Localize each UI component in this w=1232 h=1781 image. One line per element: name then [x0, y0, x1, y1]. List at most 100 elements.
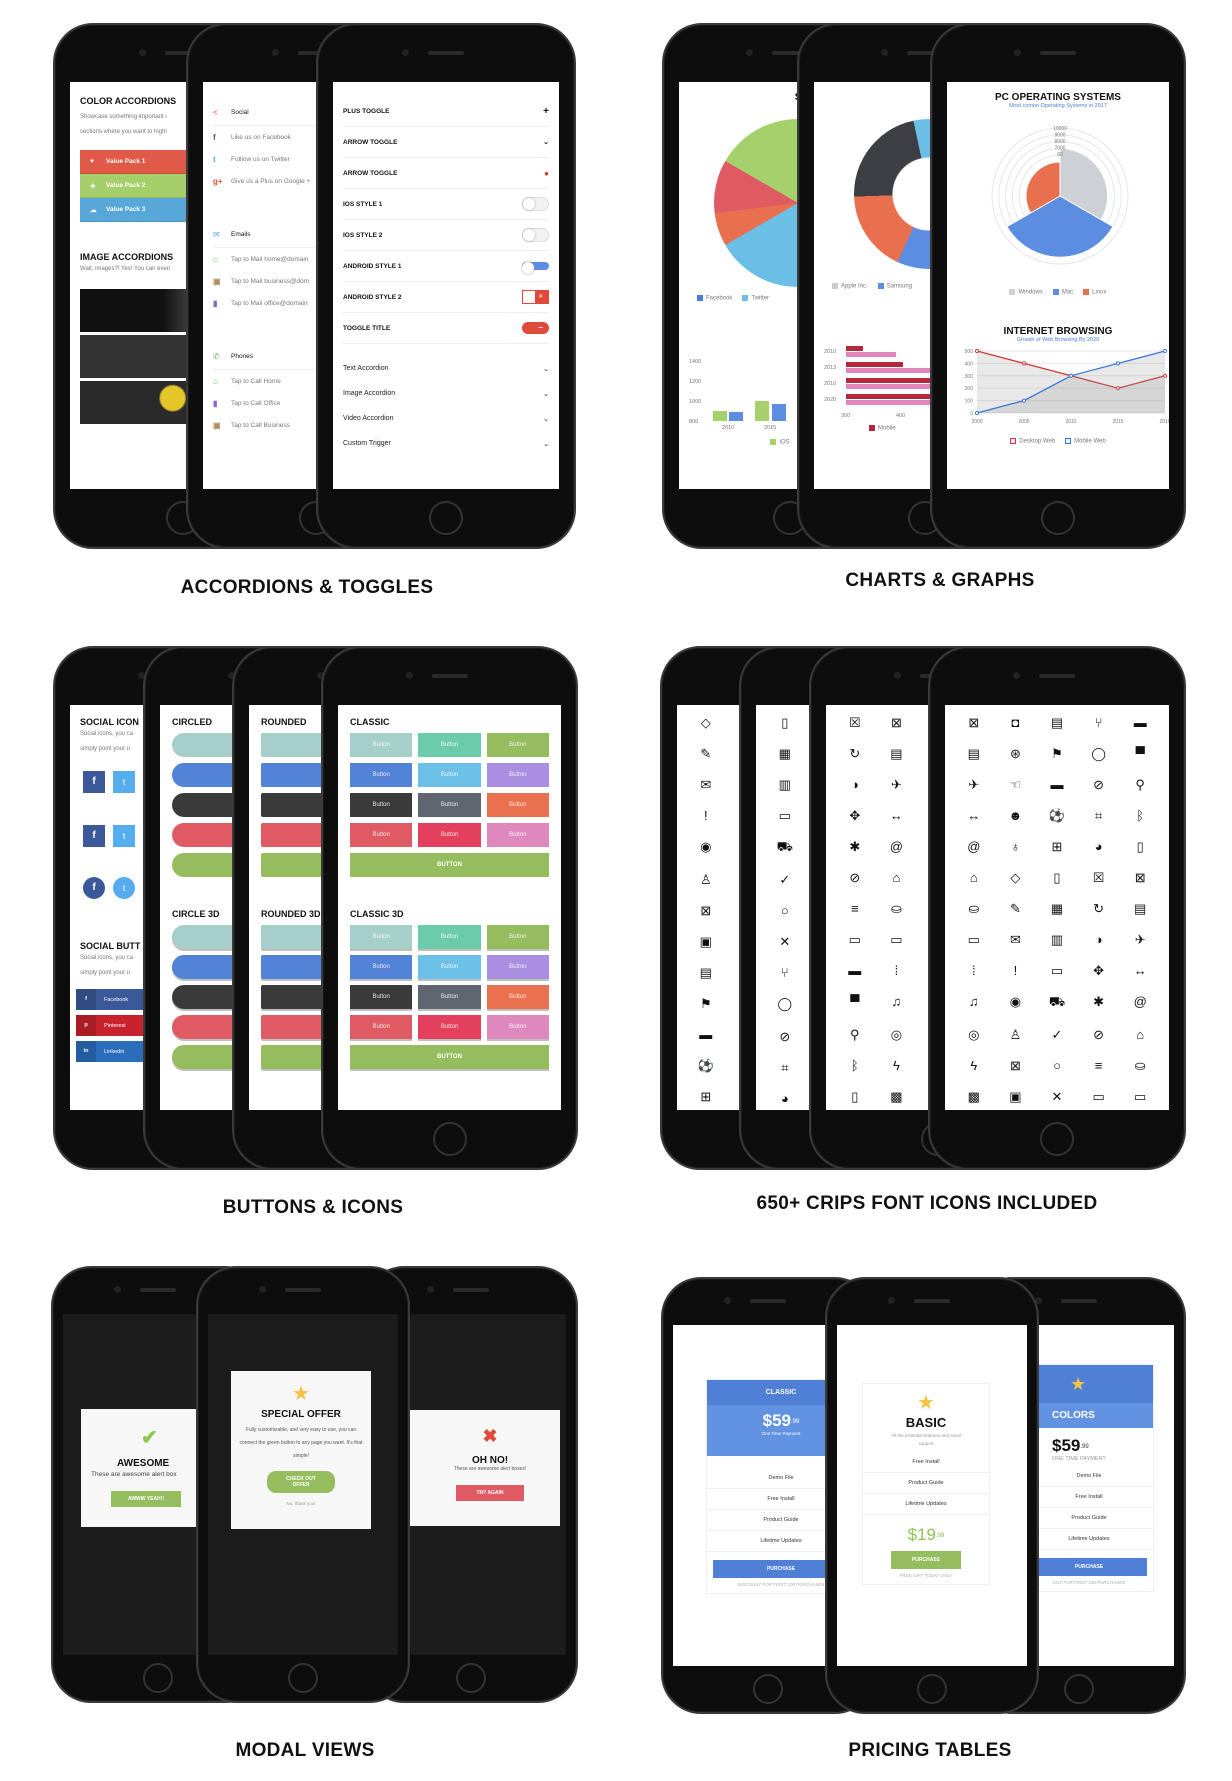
radial-tick-label: 10000: [1053, 126, 1067, 132]
toggle-row[interactable]: PLUS TOGGLE +: [343, 96, 549, 127]
sample-button[interactable]: Button: [486, 1015, 549, 1039]
support-icon: ⊛: [1009, 746, 1021, 761]
home-button: [432, 1122, 467, 1156]
wide-button[interactable]: BUTTON: [350, 1045, 549, 1069]
battery-half-icon: ▭: [890, 932, 903, 947]
decline-link[interactable]: No, thank you!: [239, 1501, 363, 1506]
sample-button[interactable]: Button: [418, 1015, 481, 1039]
star-icon: ★: [292, 1383, 310, 1405]
legend-item: Mac: [1052, 289, 1073, 296]
chevron-down-icon[interactable]: ⌄: [543, 138, 549, 146]
toggle-row[interactable]: IOS STYLE 1: [343, 189, 549, 220]
sample-button[interactable]: Button: [486, 985, 549, 1009]
sample-button[interactable]: Button: [350, 793, 413, 817]
item-label: Tap to Mail office@domain: [231, 299, 308, 307]
twitter-circle-icon[interactable]: t: [113, 877, 135, 899]
plus-icon[interactable]: +: [543, 106, 549, 117]
soccer-icon: ⚽: [1048, 808, 1066, 823]
dot-icon[interactable]: ●: [544, 169, 549, 178]
radial-tick-label: 9000: [1054, 133, 1065, 139]
check-out-offer-button[interactable]: CHECK OUT OFFER: [267, 1471, 335, 1493]
sample-button[interactable]: Button: [486, 925, 549, 949]
sample-button[interactable]: Button: [486, 733, 549, 757]
y-tick-label: 500: [965, 349, 974, 355]
sample-button[interactable]: Button: [350, 823, 413, 847]
facebook-square-icon[interactable]: f: [83, 771, 105, 793]
accordion-label: Value Pack 2: [106, 182, 146, 189]
refresh-icon: ↻: [849, 746, 861, 761]
bell-icon: ♫: [891, 994, 902, 1009]
diamond-icon: ◇: [1010, 870, 1021, 885]
arrows-icon: ↔: [1133, 963, 1147, 978]
toggle-row[interactable]: ANDROID STYLE 1: [343, 251, 549, 282]
modal-title: SPECIAL OFFER: [261, 1409, 341, 1420]
sample-button[interactable]: Button: [418, 763, 481, 787]
sample-button[interactable]: Button: [418, 925, 481, 949]
twitter-rounded-icon[interactable]: t: [113, 825, 135, 847]
sample-button[interactable]: Button: [350, 1015, 413, 1039]
home-button: [917, 1674, 947, 1704]
sample-button[interactable]: Button: [418, 733, 481, 757]
social-icon: f: [76, 989, 96, 1010]
calculator-icon: ▦: [1050, 901, 1064, 916]
accordion-item[interactable]: Video Accordion ⌄: [343, 406, 549, 431]
sample-button[interactable]: Button: [350, 985, 413, 1009]
sample-button[interactable]: Button: [486, 955, 549, 979]
sample-button[interactable]: Button: [350, 955, 413, 979]
bath-icon: ⛀: [1134, 1058, 1146, 1073]
palette-icon: ◕: [1094, 839, 1103, 854]
sample-button[interactable]: Button: [486, 793, 549, 817]
ios-switch[interactable]: [522, 228, 549, 242]
cart-icon: ⛟: [776, 839, 793, 854]
twitter-square-icon[interactable]: t: [113, 771, 135, 793]
sample-button[interactable]: Button: [350, 733, 413, 757]
sample-button[interactable]: Button: [418, 793, 481, 817]
wide-button[interactable]: BUTTON: [350, 853, 549, 877]
android-switch[interactable]: [522, 262, 549, 274]
legend-item: Desktop Web: [1010, 437, 1055, 444]
section-title: CLASSIC: [350, 717, 390, 727]
toggle-row[interactable]: ARROW TOGGLE ⌄: [343, 127, 549, 158]
user-badge-icon: ☻: [1008, 808, 1023, 823]
folder-icon: ▬: [1050, 777, 1064, 792]
accordion-item[interactable]: Image Accordion ⌄: [343, 381, 549, 406]
facebook-rounded-icon[interactable]: f: [83, 825, 105, 847]
toggle-row[interactable]: ANDROID STYLE 2 ×: [343, 282, 549, 313]
dots-icon: ⁞: [894, 963, 899, 978]
accordion-item[interactable]: Text Accordion ⌄: [343, 356, 549, 381]
chevron-down-icon: ⌄: [543, 415, 549, 423]
ios-switch[interactable]: [522, 197, 549, 211]
sample-button[interactable]: Button: [350, 925, 413, 949]
toggle-row[interactable]: ARROW TOGGLE ●: [343, 158, 549, 189]
try-again-button[interactable]: TRY AGAIN: [456, 1485, 524, 1501]
accordion-item[interactable]: Custom Trigger ⌄: [343, 431, 549, 456]
legend-apple: Apple Inc.: [832, 283, 868, 290]
sample-button[interactable]: Button: [418, 955, 481, 979]
toggle-label: ARROW TOGGLE: [343, 138, 398, 146]
social-icon: in: [76, 1041, 96, 1062]
toggle-row[interactable]: IOS STYLE 2: [343, 220, 549, 251]
sample-button[interactable]: Button: [418, 823, 481, 847]
facebook-circle-icon[interactable]: f: [83, 877, 105, 899]
sample-button[interactable]: Button: [350, 763, 413, 787]
pill-switch[interactable]: –: [522, 322, 549, 334]
plan-price: $59: [762, 1411, 792, 1430]
sample-button[interactable]: Button: [486, 763, 549, 787]
exclamation-icon: !: [703, 808, 708, 823]
sample-button[interactable]: Button: [418, 985, 481, 1009]
circle-icon: ○: [1053, 1058, 1061, 1073]
toggle-row[interactable]: TOGGLE TITLE –: [343, 313, 549, 344]
section-label-accordions: ACCORDIONS & TOGGLES: [180, 577, 434, 598]
star-icon: ★: [90, 182, 96, 190]
home-button: [1041, 501, 1075, 535]
calendar-icon: ▥: [778, 777, 791, 792]
confirm-button[interactable]: AWWW YEAH!!: [111, 1491, 181, 1507]
purchase-button[interactable]: PURCHASE: [1031, 1558, 1147, 1576]
purchase-button[interactable]: PURCHASE: [891, 1551, 961, 1569]
sample-button[interactable]: Button: [486, 823, 549, 847]
android-switch-2[interactable]: ×: [522, 290, 549, 304]
star-icon: ★: [917, 1392, 935, 1414]
y-tick-label: 0: [970, 411, 973, 417]
halfmoon-icon: ◑: [1094, 932, 1103, 947]
toggle-label: ANDROID STYLE 1: [343, 262, 402, 270]
